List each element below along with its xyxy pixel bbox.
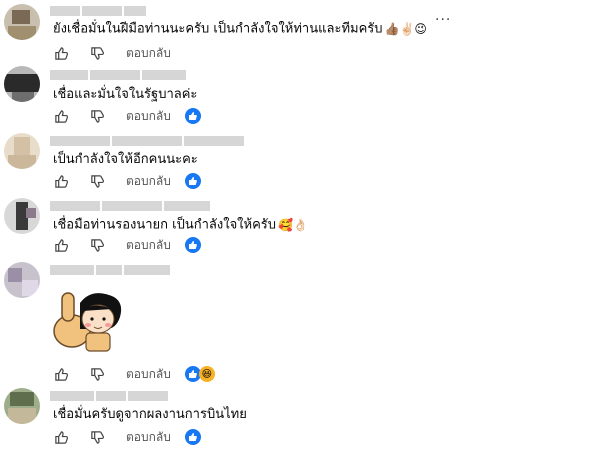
author-name-blurred[interactable]: [50, 265, 170, 275]
comment-text: เชื่อและมั่นใจในรัฐบาลค่ะ: [53, 87, 198, 102]
thumbs-down-icon[interactable]: [88, 236, 106, 254]
reply-button[interactable]: ตอบกลับ: [126, 172, 171, 191]
author-name-blurred[interactable]: [50, 136, 244, 146]
thumbs-up-sticker[interactable]: [52, 283, 130, 358]
avatar[interactable]: [4, 133, 40, 169]
thumbs-up-icon[interactable]: [52, 236, 70, 254]
author-name-blurred[interactable]: [50, 70, 186, 80]
thumbs-up-icon[interactable]: [52, 107, 70, 125]
reply-button[interactable]: ตอบกลับ: [126, 44, 171, 63]
comment-text: เชื่อมั่นครับดูจากผลงานการบินไทย: [53, 407, 247, 422]
comment-actions: ตอบกลับ: [52, 428, 201, 446]
comment-actions: ตอบกลับ: [52, 236, 201, 254]
like-reaction-icon[interactable]: [184, 429, 201, 445]
comment-actions: ตอบกลับ 😆: [52, 365, 215, 383]
avatar[interactable]: [4, 198, 40, 234]
comment-text: เชื่อมือท่านรองนายก เป็นกำลังใจให้ครับ 🥰👌…: [53, 217, 308, 233]
thumbs-down-icon[interactable]: [88, 365, 106, 383]
thumbs-up-icon[interactable]: [52, 428, 70, 446]
thumbs-up-icon[interactable]: [52, 44, 70, 62]
avatar[interactable]: [4, 4, 40, 40]
thumbs-up-icon[interactable]: [52, 365, 70, 383]
author-name-blurred[interactable]: [50, 6, 146, 16]
more-options-button[interactable]: ···: [435, 12, 451, 28]
comment-text: ยังเชื่อมั่นในฝีมือท่านนะครับ เป็นกำลังใ…: [53, 21, 427, 37]
thumbs-up-icon[interactable]: [52, 172, 70, 190]
reply-button[interactable]: ตอบกลับ: [126, 107, 171, 126]
comment-actions: ตอบกลับ: [52, 107, 201, 125]
reply-button[interactable]: ตอบกลับ: [126, 365, 171, 384]
author-name-blurred[interactable]: [50, 391, 168, 401]
comment-text: เป็นกำลังใจให้อีกคนนะคะ: [53, 152, 198, 167]
like-reaction-icon[interactable]: [184, 108, 201, 124]
comment-actions: ตอบกลับ: [52, 44, 171, 62]
like-reaction-icon[interactable]: [184, 237, 201, 253]
avatar[interactable]: [4, 66, 40, 102]
thumbs-down-icon[interactable]: [88, 44, 106, 62]
haha-reaction-icon[interactable]: 😆: [198, 366, 215, 382]
thumbs-down-icon[interactable]: [88, 107, 106, 125]
comment-actions: ตอบกลับ: [52, 172, 201, 190]
avatar[interactable]: [4, 262, 40, 298]
thumbs-down-icon[interactable]: [88, 428, 106, 446]
reply-button[interactable]: ตอบกลับ: [126, 428, 171, 447]
reply-button[interactable]: ตอบกลับ: [126, 236, 171, 255]
thumbs-down-icon[interactable]: [88, 172, 106, 190]
avatar[interactable]: [4, 388, 40, 424]
like-reaction-icon[interactable]: [184, 173, 201, 189]
author-name-blurred[interactable]: [50, 201, 210, 211]
